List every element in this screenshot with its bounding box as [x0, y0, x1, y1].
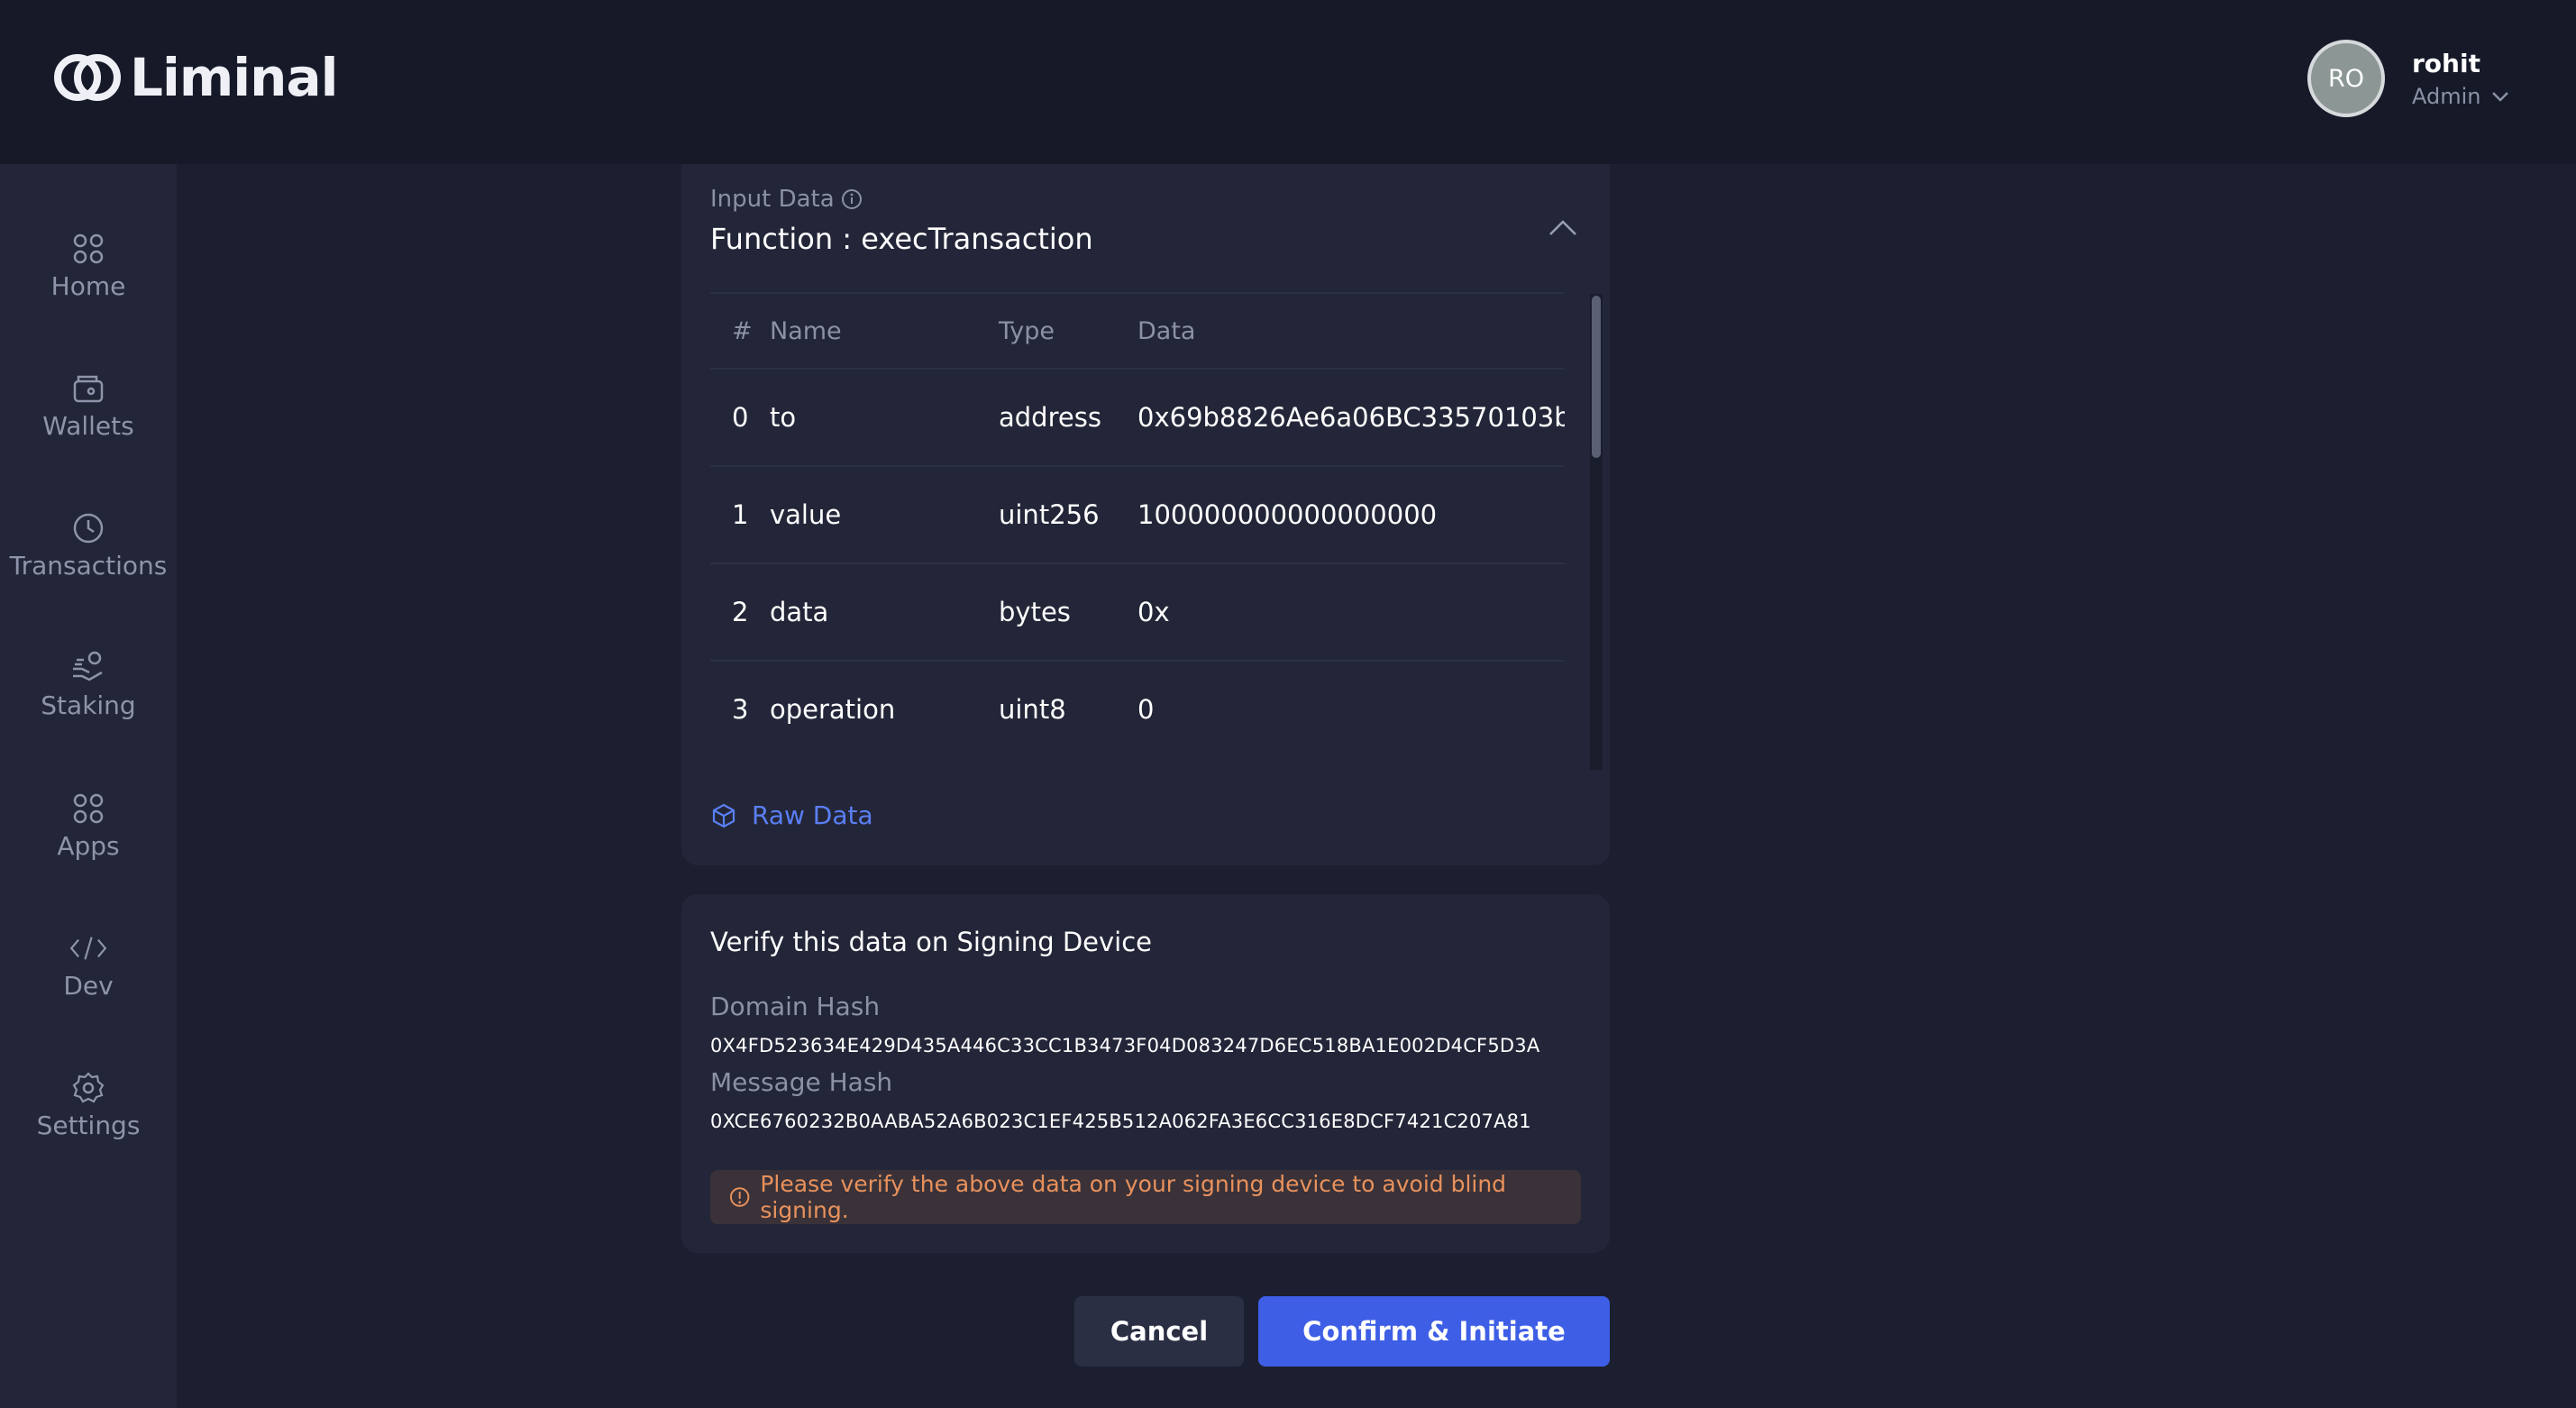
grid-icon — [73, 793, 104, 823]
sidebar-item-label: Apps — [57, 830, 120, 861]
info-icon[interactable] — [840, 187, 863, 211]
code-icon — [69, 936, 107, 960]
verify-card: Verify this data on Signing Device Domai… — [681, 894, 1610, 1253]
sidebar-item-home[interactable]: Home — [0, 211, 177, 319]
user-menu[interactable]: RO rohit Admin — [2307, 40, 2510, 117]
grid-icon — [73, 233, 104, 263]
sidebar-item-settings[interactable]: Settings — [0, 1050, 177, 1158]
input-data-label-text: Input Data — [710, 186, 835, 213]
domain-hash-label: Domain Hash — [710, 992, 881, 1021]
avatar[interactable]: RO — [2307, 40, 2385, 117]
confirm-initiate-button[interactable]: Confirm & Initiate — [1258, 1296, 1610, 1367]
row-type: bytes — [999, 597, 1071, 627]
column-header-data: Data — [1137, 316, 1196, 345]
row-index: 1 — [732, 499, 749, 530]
input-data-table: # Name Type Data 0 to address 0x69b8826A… — [710, 292, 1565, 752]
sidebar-item-label: Staking — [41, 690, 136, 720]
row-index: 0 — [732, 402, 749, 433]
brand-name: Liminal — [130, 47, 338, 108]
row-name: operation — [770, 694, 896, 725]
row-data: 0 — [1137, 694, 1155, 725]
raw-data-link[interactable]: Raw Data — [710, 800, 873, 830]
warning-info-icon — [729, 1187, 750, 1207]
message-hash-value: 0XCE6760232B0AABA52A6B023C1EF425B512A062… — [710, 1111, 1531, 1132]
row-data: 100000000000000000 — [1137, 499, 1438, 530]
row-name: value — [770, 499, 842, 530]
column-header-name: Name — [770, 316, 842, 345]
top-header: Liminal RO rohit Admin — [0, 0, 2576, 164]
column-header-type: Type — [999, 316, 1055, 345]
brand-logo[interactable]: Liminal — [50, 47, 338, 108]
sidebar-item-label: Transactions — [9, 550, 168, 581]
collapse-button[interactable] — [1545, 211, 1581, 243]
sidebar-item-dev[interactable]: Dev — [0, 910, 177, 1019]
cube-icon — [712, 803, 735, 827]
domain-hash-value: 0X4FD523634E429D435A446C33CC1B3473F04D08… — [710, 1035, 1540, 1056]
row-name: data — [770, 597, 829, 627]
row-index: 3 — [732, 694, 749, 725]
table-row: 3 operation uint8 0 — [710, 662, 1565, 752]
user-name: rohit — [2412, 48, 2480, 78]
warning-text: Please verify the above data on your sig… — [760, 1171, 1507, 1223]
table-row: 0 to address 0x69b8826Ae6a06BC33570103b — [710, 370, 1565, 467]
sidebar-item-label: Dev — [63, 970, 114, 1001]
blind-signing-warning: Please verify the above data on your sig… — [710, 1170, 1581, 1224]
sidebar-item-label: Settings — [36, 1110, 141, 1140]
row-name: to — [770, 402, 797, 433]
sidebar-item-label: Wallets — [42, 410, 134, 441]
sidebar-item-wallets[interactable]: Wallets — [0, 351, 177, 459]
function-title: Function : execTransaction — [710, 222, 1093, 256]
user-role-label: Admin — [2412, 83, 2481, 109]
user-role[interactable]: Admin — [2412, 84, 2510, 109]
row-type: address — [999, 402, 1101, 433]
sidebar: Home Wallets Transactions Staking Apps D… — [0, 164, 177, 1408]
wallet-icon — [73, 375, 104, 402]
sidebar-item-label: Home — [50, 270, 126, 301]
clock-icon — [73, 513, 104, 543]
cancel-button[interactable]: Cancel — [1074, 1296, 1244, 1367]
table-row: 2 data bytes 0x — [710, 564, 1565, 662]
sidebar-item-staking[interactable]: Staking — [0, 630, 177, 738]
liminal-logo-icon — [54, 54, 121, 101]
verify-title: Verify this data on Signing Device — [710, 927, 1152, 957]
row-type: uint256 — [999, 499, 1100, 530]
input-data-card: Input Data Function : execTransaction # … — [681, 164, 1610, 865]
input-data-label: Input Data — [710, 186, 863, 213]
message-hash-label: Message Hash — [710, 1067, 893, 1097]
table-scrollbar-thumb[interactable] — [1592, 296, 1601, 458]
table-row: 1 value uint256 100000000000000000 — [710, 467, 1565, 564]
gear-icon — [72, 1071, 105, 1102]
row-data: 0x — [1137, 597, 1170, 627]
row-type: uint8 — [999, 694, 1066, 725]
sidebar-item-apps[interactable]: Apps — [0, 771, 177, 879]
staking-hand-icon — [73, 651, 103, 681]
raw-data-label: Raw Data — [752, 800, 873, 830]
chevron-up-icon — [1549, 220, 1576, 235]
table-header: # Name Type Data — [710, 294, 1565, 370]
row-index: 2 — [732, 597, 749, 627]
chevron-down-icon[interactable] — [2490, 89, 2510, 104]
row-data: 0x69b8826Ae6a06BC33570103b — [1137, 402, 1565, 433]
sidebar-item-transactions[interactable]: Transactions — [0, 490, 177, 599]
column-header-index: # — [732, 316, 753, 345]
